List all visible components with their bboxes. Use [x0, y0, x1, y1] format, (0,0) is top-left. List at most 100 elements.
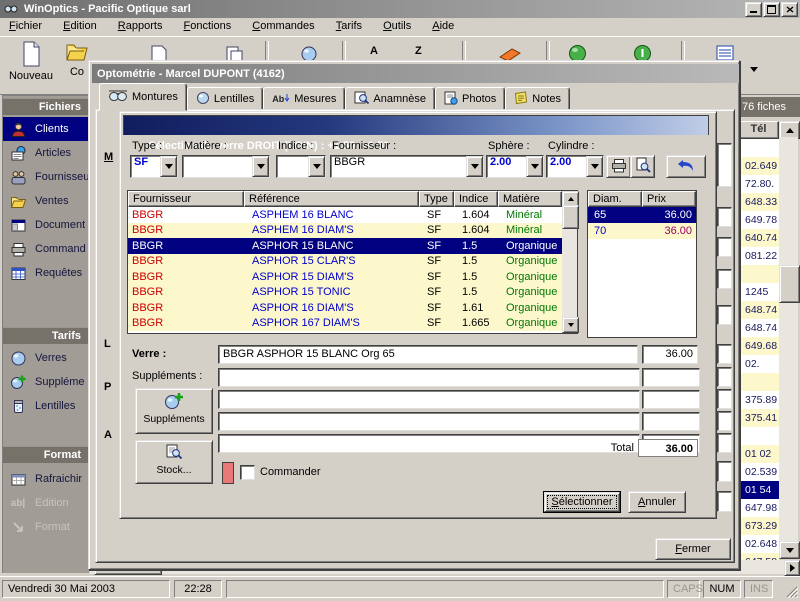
table-row-selected[interactable]: BBGRASPHOR 15 BLANCSF1.5Organique: [128, 238, 577, 254]
table-scrollbar[interactable]: [562, 191, 577, 333]
cylindre-combobox[interactable]: 2.00: [546, 155, 604, 178]
table-row[interactable]: BBGRASPHOR 16 DIAM'SSF1.61Organique: [128, 300, 577, 316]
tel-row[interactable]: 1245: [738, 283, 779, 301]
tel-row[interactable]: 02.539: [738, 463, 779, 481]
dropdown-icon[interactable]: [466, 156, 483, 177]
menu-commandes[interactable]: Commandes: [243, 18, 323, 34]
dropdown-icon[interactable]: [308, 156, 325, 177]
menu-outils[interactable]: Outils: [374, 18, 420, 34]
verre-price-field[interactable]: 36.00: [642, 345, 698, 364]
commander-checkbox[interactable]: [240, 465, 255, 480]
tab-notes[interactable]: Notes: [505, 87, 570, 111]
tel-row[interactable]: 02.: [738, 355, 779, 373]
tab-anamnese[interactable]: Anamnèse: [345, 87, 435, 111]
selectionner-button[interactable]: Sélectionner: [543, 491, 621, 513]
table-row[interactable]: BBGRASPHEM 16 DIAM'SSF1.604Minéral: [128, 223, 577, 239]
tab-montures[interactable]: Montures: [99, 83, 187, 111]
tel-row[interactable]: 375.41: [738, 409, 779, 427]
tel-row[interactable]: 648.74: [738, 301, 779, 319]
table-row[interactable]: BBGRASPHOR 15 TONICSF1.5Organique: [128, 285, 577, 301]
tel-row[interactable]: 02.648: [738, 535, 779, 553]
tel-scrollbar[interactable]: [779, 137, 798, 541]
tel-scroll-down-button[interactable]: [779, 541, 800, 559]
tel-row[interactable]: 72.80.: [738, 175, 779, 193]
tel-row[interactable]: 649.68: [738, 337, 779, 355]
hscroll-right-button[interactable]: [784, 560, 800, 576]
dropdown-icon[interactable]: [526, 156, 543, 177]
maximize-button[interactable]: [763, 2, 780, 17]
table-scroll-thumb[interactable]: [562, 205, 579, 229]
fermer-button[interactable]: Fermer: [655, 538, 731, 560]
supplement-field-3[interactable]: [218, 412, 640, 431]
supplements-button[interactable]: Suppléments: [135, 388, 213, 434]
col-header-prix[interactable]: Prix: [642, 191, 696, 207]
tel-row[interactable]: [738, 427, 779, 445]
sidebar-item-fournisseurs[interactable]: Fournisseu: [3, 165, 89, 189]
tab-mesures[interactable]: Ab Mesures: [263, 87, 345, 111]
menu-edition[interactable]: Edition: [54, 18, 106, 34]
resize-grip[interactable]: [786, 586, 798, 601]
annuler-button[interactable]: Annuler: [628, 491, 686, 513]
tel-row[interactable]: [738, 139, 779, 157]
sidebar-item-clients[interactable]: Clients: [3, 117, 89, 141]
col-header-type[interactable]: Type: [419, 191, 454, 207]
tel-scroll-thumb[interactable]: [779, 265, 800, 303]
tel-row[interactable]: 02.649: [738, 157, 779, 175]
table-row[interactable]: BBGRASPHOR 15 DIAM'SSF1.5Organique: [128, 269, 577, 285]
sphere-combobox[interactable]: 2.00: [486, 155, 544, 178]
dropdown-icon[interactable]: [252, 156, 269, 177]
tab-lentilles[interactable]: Lentilles: [187, 87, 263, 111]
sort-asc-icon[interactable]: A: [370, 45, 378, 57]
tel-column-header[interactable]: Tél: [738, 121, 779, 139]
table-scroll-down-button[interactable]: [562, 317, 579, 333]
menu-fonctions[interactable]: Fonctions: [175, 18, 241, 34]
type-combobox[interactable]: SF: [130, 155, 178, 178]
tel-row[interactable]: 647.98: [738, 499, 779, 517]
supplement-price-2[interactable]: [642, 390, 700, 409]
col-header-indice[interactable]: Indice: [454, 191, 498, 207]
col-header-fournisseur[interactable]: Fournisseur: [128, 191, 244, 207]
minimize-button[interactable]: [745, 2, 762, 17]
sidebar-item-supplements[interactable]: Suppléme: [3, 370, 89, 394]
sidebar-item-ventes[interactable]: Ventes: [3, 189, 89, 213]
menu-fichier[interactable]: Fichier: [0, 18, 51, 34]
menu-aide[interactable]: Aide: [423, 18, 463, 34]
preview-button[interactable]: [630, 155, 655, 178]
dropdown-icon[interactable]: [586, 156, 603, 177]
sidebar-item-commandes[interactable]: Command: [3, 237, 89, 261]
verre-field[interactable]: BBGR ASPHOR 15 BLANC Org 65: [218, 345, 638, 364]
supplement-field-1[interactable]: [218, 368, 640, 387]
menu-rapports[interactable]: Rapports: [109, 18, 172, 34]
tel-row[interactable]: 640.74: [738, 229, 779, 247]
dropdown-icon[interactable]: [160, 156, 177, 177]
sort-desc-icon[interactable]: Z: [415, 45, 422, 57]
menu-tarifs[interactable]: Tarifs: [327, 18, 371, 34]
tab-photos[interactable]: Photos: [435, 87, 505, 111]
stock-button[interactable]: Stock...: [135, 440, 213, 484]
close-button[interactable]: [781, 2, 798, 17]
table-row[interactable]: BBGRASPHEM 16 BLANCSF1.604Minéral: [128, 207, 577, 223]
tel-row[interactable]: 648.33: [738, 193, 779, 211]
tel-row-selected[interactable]: 01 54: [738, 481, 779, 499]
tel-row[interactable]: 375.89: [738, 391, 779, 409]
tel-row[interactable]: 01 02: [738, 445, 779, 463]
tel-row[interactable]: 673.29: [738, 517, 779, 535]
matiere-combobox[interactable]: [182, 155, 270, 178]
dialog-titlebar[interactable]: Optométrie - Marcel DUPONT (4162): [92, 64, 739, 83]
supplement-price-1[interactable]: [642, 368, 700, 387]
sidebar-item-verres[interactable]: Verres: [3, 346, 89, 370]
print-button[interactable]: [606, 155, 631, 178]
sidebar-item-requetes[interactable]: Requêtes: [3, 261, 89, 285]
diam-row[interactable]: 70 36.00: [588, 223, 696, 239]
tel-row[interactable]: 649.78: [738, 211, 779, 229]
undo-button[interactable]: [666, 155, 706, 178]
table-row[interactable]: BBGRASPHOR 15 CLAR'SSF1.5Organique: [128, 254, 577, 270]
supplement-price-3[interactable]: [642, 412, 700, 431]
nouveau-button[interactable]: Nouveau: [6, 41, 56, 89]
sidebar-item-articles[interactable]: Articles: [3, 141, 89, 165]
tel-row[interactable]: 081.22: [738, 247, 779, 265]
tel-row[interactable]: [738, 265, 779, 283]
table-row[interactable]: BBGRASPHOR 167 DIAM'SSF1.665Organique: [128, 316, 577, 332]
toolbar-overflow-button[interactable]: [746, 61, 762, 77]
sidebar-item-rafraichir[interactable]: Rafraichir: [3, 467, 89, 491]
